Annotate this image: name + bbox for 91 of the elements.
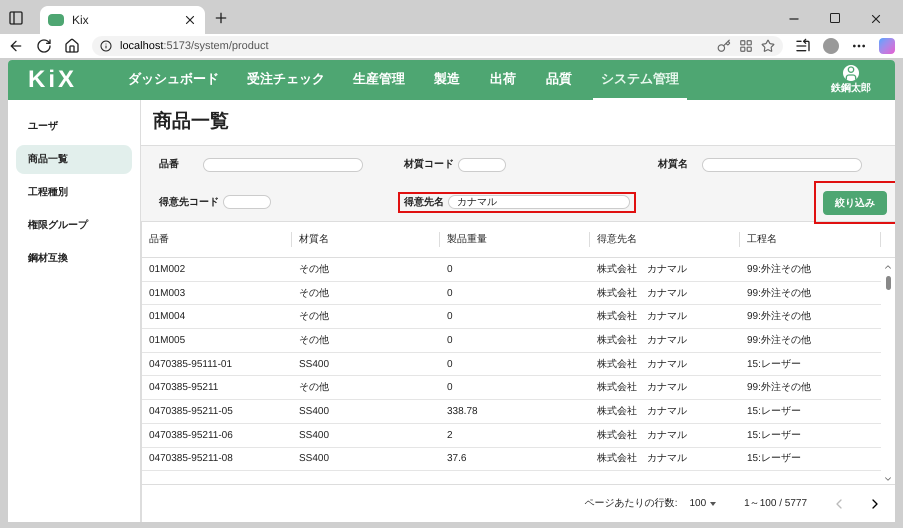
table-cell-text: 株式会社 カナマル	[596, 428, 688, 443]
column-header[interactable]: 製品重量	[440, 232, 590, 247]
filter-label: 品番	[159, 158, 180, 172]
table-cell-text: 株式会社 カナマル	[596, 358, 688, 372]
table-cell-text: 15:レーザー	[746, 404, 802, 419]
rows-per-page-label: ページあたりの行数:	[584, 497, 678, 511]
table-cell-text: 株式会社 カナマル	[596, 334, 688, 348]
table-cell-text: 株式会社 カナマル	[596, 380, 688, 396]
table-cell-text: SS400	[298, 404, 330, 419]
table-cell-text: 99:外注その他	[746, 286, 812, 301]
browser-tab[interactable]: Kix	[40, 6, 205, 34]
page-range: 1～100 / 5777	[744, 497, 807, 511]
new-tab-icon[interactable]	[213, 10, 229, 26]
table-cell-text: 株式会社 カナマル	[596, 310, 688, 324]
sidebar-item[interactable]: ユーザ	[16, 112, 132, 141]
table-cell-text: 0470385-95211-06	[148, 428, 234, 443]
table-cell-text: 15:レーザー	[746, 452, 802, 466]
table-cell-text: 0470385-95211	[148, 381, 220, 396]
table-cell-text: 99:外注その他	[746, 334, 812, 348]
column-header[interactable]: 得意先名	[590, 232, 740, 247]
table-cell-text: その他	[298, 310, 330, 324]
page-title: 商品一覧	[153, 110, 229, 134]
rows-per-page-select[interactable]: 100	[689, 496, 716, 511]
table-cell-text: 0	[446, 286, 454, 301]
table-cell-text: SS400	[298, 358, 330, 372]
table-cell-text: 0	[446, 310, 454, 324]
table-cell-text: 0	[446, 262, 454, 277]
table-cell-text: 99:外注その他	[746, 380, 812, 396]
table-cell-text: 0470385-95211-08	[148, 452, 234, 466]
sidebar-item[interactable]: 商品一覧	[16, 145, 132, 174]
column-header[interactable]: 工程名	[740, 232, 881, 247]
reload-icon[interactable]	[36, 38, 52, 54]
table-cell-text: 338.78	[446, 404, 479, 419]
table-cell-text: その他	[298, 334, 330, 348]
sidebar-item[interactable]: 権限グループ	[16, 211, 132, 240]
table-cell-text: 15:レーザー	[746, 428, 802, 443]
back-icon[interactable]	[8, 38, 24, 54]
filter-field[interactable]	[203, 158, 363, 172]
star-icon[interactable]	[761, 39, 775, 53]
table-cell-text: 99:外注その他	[746, 310, 812, 324]
sidebar-item[interactable]: 工程種別	[16, 178, 132, 207]
key-icon[interactable]	[717, 39, 731, 53]
table-cell-text: 2	[446, 428, 454, 443]
filter-field[interactable]	[223, 195, 271, 210]
scrollbar-thumb[interactable]	[886, 276, 890, 290]
table-cell-text: 株式会社 カナマル	[596, 262, 688, 277]
filter-label: 得意先名	[404, 196, 444, 210]
table-cell-text: 37.6	[446, 452, 468, 466]
profile-avatar-icon[interactable]	[823, 38, 839, 54]
table-cell-text: 0	[446, 358, 454, 372]
table-cell-text: 01M004	[148, 310, 186, 324]
table-cell-text: その他	[298, 286, 330, 301]
column-header[interactable]: 品番	[142, 232, 292, 247]
table-cell-text: 株式会社 カナマル	[596, 452, 688, 466]
filter-label: 得意先コード	[159, 196, 219, 210]
table-cell-text: 15:レーザー	[746, 358, 802, 372]
table-cell-text: その他	[298, 262, 330, 277]
sidebar-toggle-icon[interactable]	[8, 10, 24, 26]
column-header[interactable]: 材質名	[292, 232, 440, 247]
maximize-icon[interactable]	[829, 12, 841, 24]
table-cell-text: 01M003	[148, 286, 186, 301]
filter-field[interactable]: カナマル	[448, 195, 630, 210]
close-window-icon[interactable]	[869, 12, 883, 26]
home-icon[interactable]	[64, 38, 80, 54]
table-cell-text: SS400	[298, 452, 330, 466]
table-cell-text: 0	[446, 381, 454, 396]
url-text: localhost:5173/system/product	[120, 38, 270, 54]
table-cell-text: その他	[298, 381, 330, 396]
close-icon[interactable]	[183, 13, 197, 27]
table-cell-text: 株式会社 カナマル	[596, 404, 688, 419]
table-cell-text: 0470385-95211-05	[148, 404, 234, 419]
user-icon[interactable]	[843, 64, 859, 80]
table-cell-text: 株式会社 カナマル	[596, 286, 688, 301]
filter-field[interactable]	[702, 158, 862, 172]
table-cell-text: 01M002	[148, 262, 186, 277]
copilot-icon[interactable]	[879, 38, 895, 54]
filter-label: 材質コード	[404, 158, 454, 172]
tab-title: Kix	[72, 12, 90, 28]
favorites-icon[interactable]	[795, 38, 811, 54]
table-cell-text: 0470385-95111-01	[148, 358, 234, 372]
info-icon	[100, 40, 112, 52]
filter-label: 材質名	[658, 158, 689, 172]
table-cell-text: 0	[446, 334, 454, 348]
table-cell-text: 01M005	[148, 334, 186, 348]
favicon-icon	[48, 14, 64, 26]
filter-field[interactable]	[458, 158, 506, 172]
address-bar[interactable]: localhost:5173/system/product	[92, 36, 783, 56]
apps-icon[interactable]	[739, 39, 753, 53]
sidebar-item[interactable]: 鋼材互換	[16, 244, 132, 273]
table-cell-text: 99:外注その他	[746, 262, 812, 277]
table-cell-text: SS400	[298, 428, 330, 443]
